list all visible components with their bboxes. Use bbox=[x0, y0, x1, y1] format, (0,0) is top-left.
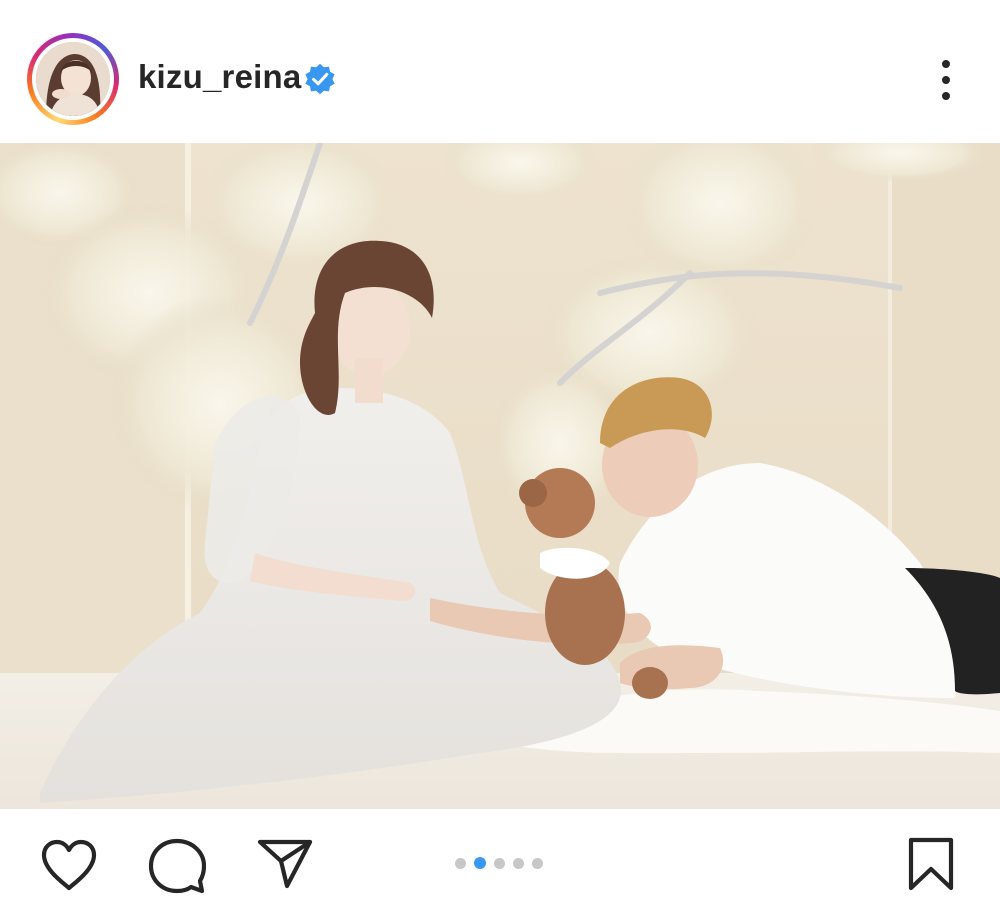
comment-icon[interactable] bbox=[148, 837, 206, 895]
heart-icon[interactable] bbox=[40, 838, 98, 892]
maternity-photo-illustration bbox=[0, 143, 1000, 809]
post-header: kizu_reina bbox=[0, 0, 1000, 143]
avatar[interactable] bbox=[36, 42, 110, 116]
post-photo[interactable] bbox=[0, 143, 1000, 809]
avatar-border bbox=[32, 38, 114, 120]
verified-badge-icon bbox=[305, 63, 335, 95]
carousel-dot-5 bbox=[532, 857, 543, 869]
more-options-icon[interactable] bbox=[932, 58, 960, 102]
username[interactable]: kizu_reina bbox=[138, 58, 301, 96]
bookmark-icon[interactable] bbox=[906, 836, 956, 892]
carousel-dot-4 bbox=[513, 857, 524, 869]
send-icon[interactable] bbox=[256, 838, 314, 890]
carousel-dot-2-active bbox=[474, 857, 486, 869]
story-ring[interactable] bbox=[27, 33, 119, 125]
avatar-image bbox=[36, 42, 110, 116]
carousel-dot-1 bbox=[455, 857, 466, 869]
carousel-dot-3 bbox=[494, 857, 505, 869]
carousel-indicator bbox=[455, 857, 543, 869]
